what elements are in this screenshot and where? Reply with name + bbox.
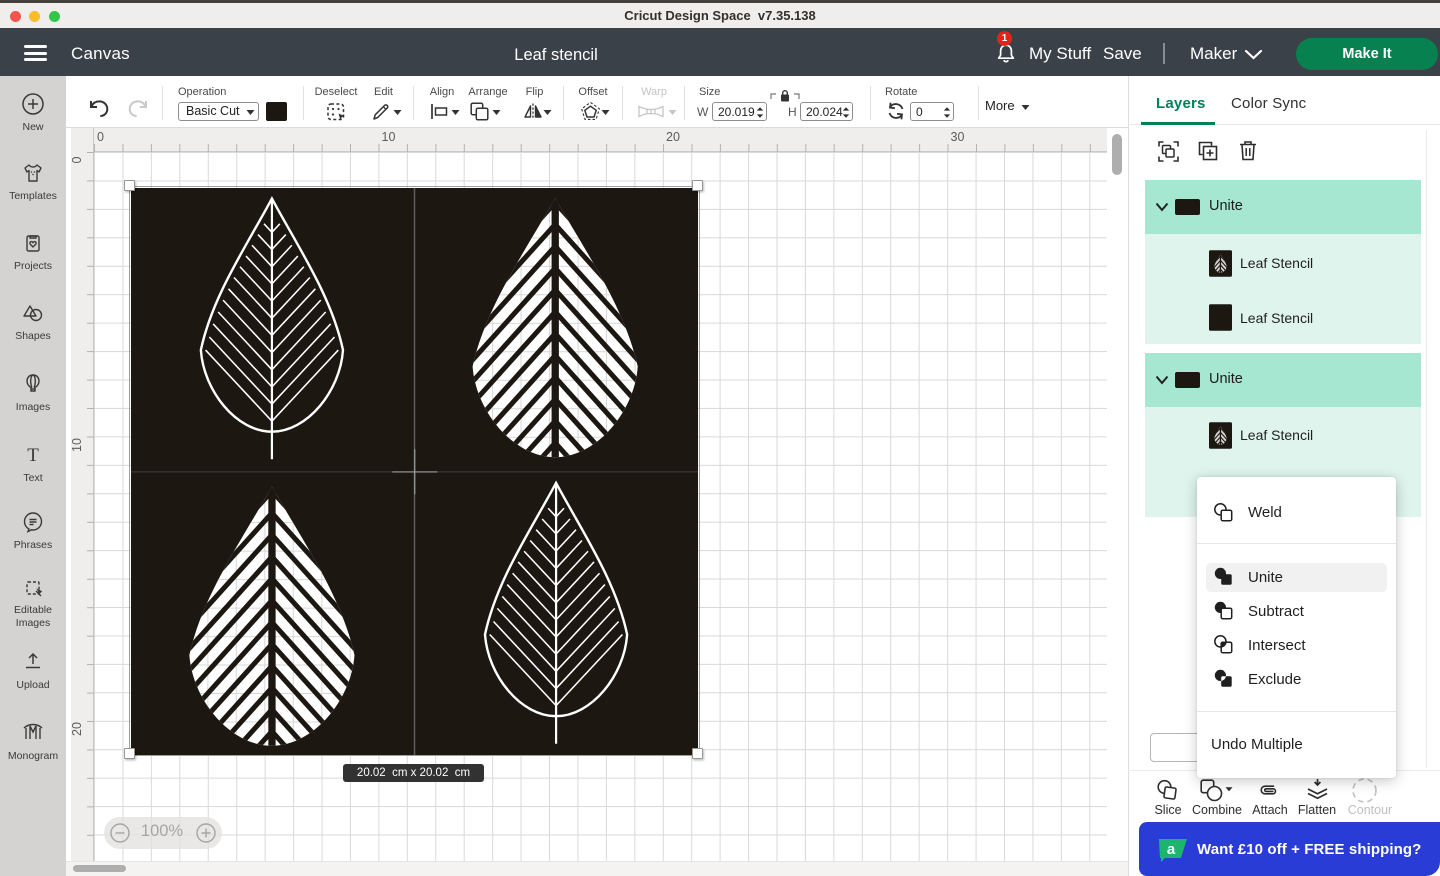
svg-text:a: a [1167,841,1176,858]
svg-text:T: T [27,445,39,466]
